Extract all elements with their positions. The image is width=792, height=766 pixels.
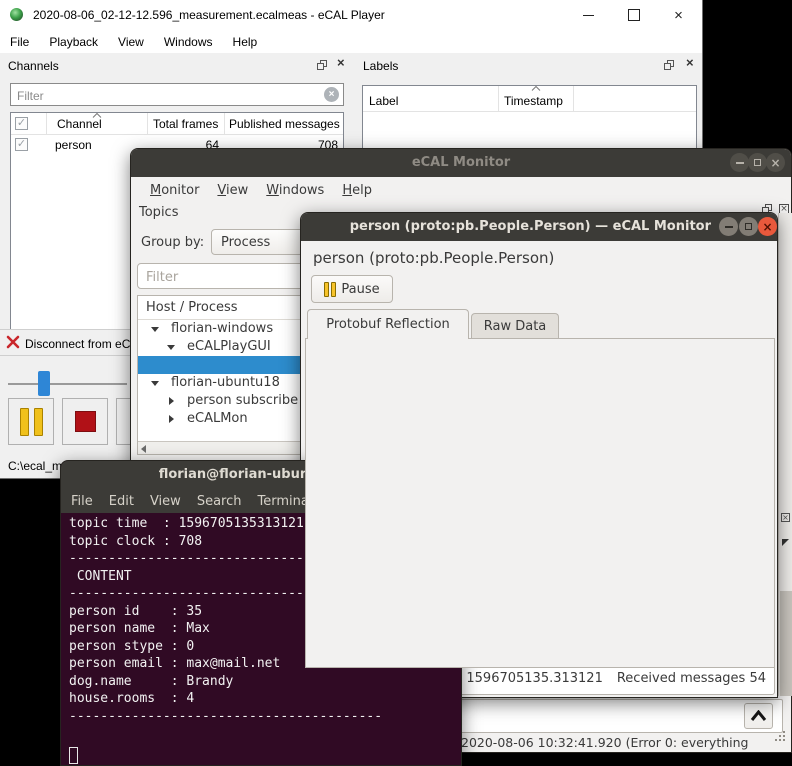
column-channel[interactable]: Channel (47, 113, 148, 134)
pause-icon (19, 407, 29, 436)
slider-handle[interactable] (38, 371, 50, 396)
close-icon: × (770, 155, 781, 170)
menu-view[interactable]: View (142, 494, 189, 509)
menu-view[interactable]: View (108, 30, 154, 53)
position-slider[interactable] (8, 383, 127, 385)
column-published-messages[interactable]: Published messages (225, 113, 343, 134)
maximize-icon (627, 9, 640, 21)
menu-playback[interactable]: Playback (39, 30, 108, 53)
column-total-frames[interactable]: Total frames (148, 113, 225, 134)
labels-panel-title: Labels (363, 59, 399, 73)
status-timestamp: 1596705135.313121 (466, 670, 603, 686)
expand-log-button[interactable] (744, 703, 773, 729)
labels-table-header: Label Timestamp (363, 86, 696, 112)
log-message: 2020-08-06 10:32:41.920 (Error 0: everyt… (461, 735, 749, 750)
menu-edit[interactable]: Edit (101, 494, 142, 509)
expanded-arrow-icon[interactable] (151, 327, 159, 332)
channels-panel-title: Channels (8, 59, 59, 73)
monitor-right-edge: × (778, 213, 792, 696)
monitor-titlebar[interactable]: eCAL Monitor × (131, 149, 791, 177)
maximize-button[interactable] (748, 153, 767, 172)
close-button[interactable]: × (758, 217, 777, 236)
channels-table-header: ✓ Channel Total frames Published message… (11, 113, 343, 135)
channels-filter (10, 83, 344, 106)
close-panel-icon[interactable]: × (337, 56, 345, 69)
row-checkbox[interactable]: ✓ (15, 138, 28, 151)
column-label[interactable]: Label (363, 86, 499, 111)
resize-grip[interactable] (775, 739, 777, 741)
tab-content-frame (305, 338, 775, 668)
person-window-title: person (proto:pb.People.Person) — eCAL M… (349, 219, 711, 234)
header-checkbox[interactable]: ✓ (15, 117, 28, 130)
monitor-menubar: Monitor View Windows Help (131, 177, 791, 203)
group-by-label: Group by: (141, 235, 205, 250)
menu-help[interactable]: Help (223, 30, 268, 53)
status-received-messages: Received messages 54 (616, 670, 766, 686)
small-close-icon[interactable]: × (781, 513, 790, 522)
column-timestamp[interactable]: Timestamp (499, 86, 574, 111)
close-icon: × (674, 6, 683, 24)
person-topic-window: person (proto:pb.People.Person) — eCAL M… (300, 212, 778, 698)
close-panel-icon[interactable]: × (686, 56, 694, 69)
corner-triangle-icon (782, 539, 789, 546)
stop-icon (74, 411, 96, 432)
minimize-icon (724, 225, 733, 228)
menu-search[interactable]: Search (189, 494, 250, 509)
app-icon (10, 8, 23, 21)
stop-button[interactable] (62, 398, 108, 445)
minimize-button[interactable] (566, 0, 611, 30)
clear-filter-icon[interactable]: × (324, 87, 339, 102)
minimize-icon (735, 161, 744, 164)
menu-help[interactable]: Help (333, 180, 381, 201)
chevron-up-icon (750, 710, 767, 721)
pause-button[interactable]: Pause (311, 275, 393, 303)
close-button[interactable]: × (766, 153, 785, 172)
minimize-button[interactable] (719, 217, 738, 236)
float-panel-icon[interactable] (317, 60, 328, 70)
channels-filter-input[interactable] (15, 86, 319, 105)
minimize-icon (583, 14, 594, 16)
tab-raw-data[interactable]: Raw Data (471, 313, 559, 339)
float-panel-icon[interactable] (664, 60, 675, 70)
scrollbar-track[interactable] (780, 591, 792, 696)
maximize-button[interactable] (739, 217, 758, 236)
pause-icon (324, 281, 337, 297)
expanded-arrow-icon[interactable] (167, 345, 175, 350)
pause-icon (33, 407, 43, 436)
terminal-cursor (69, 747, 78, 764)
menu-file[interactable]: File (0, 30, 39, 53)
desktop: 2020-08-06_02-12-12.596_measurement.ecal… (0, 0, 792, 766)
collapsed-arrow-icon[interactable] (169, 415, 174, 423)
player-menubar: File Playback View Windows Help (0, 30, 702, 53)
topic-heading: person (proto:pb.People.Person) (313, 249, 555, 267)
topics-section-label: Topics (139, 205, 179, 220)
pause-playback-button[interactable] (8, 398, 54, 445)
sort-asc-icon (92, 113, 102, 118)
disconnect-icon (6, 335, 20, 349)
measurement-path: C:\ecal_m (8, 459, 63, 473)
player-window-title: 2020-08-06_02-12-12.596_measurement.ecal… (33, 8, 385, 22)
collapsed-arrow-icon[interactable] (169, 397, 174, 405)
expanded-arrow-icon[interactable] (151, 381, 159, 386)
maximize-icon (745, 223, 752, 230)
minimize-button[interactable] (730, 153, 749, 172)
scroll-left-icon[interactable] (141, 445, 146, 453)
sort-asc-icon (531, 86, 541, 91)
menu-file[interactable]: File (63, 494, 101, 509)
menu-view[interactable]: View (208, 180, 257, 201)
maximize-button[interactable] (611, 0, 656, 30)
monitor-window-title: eCAL Monitor (411, 155, 511, 170)
tab-protobuf-reflection[interactable]: Protobuf Reflection (307, 309, 469, 339)
disconnect-button[interactable]: Disconnect from eCA (25, 337, 138, 351)
menu-monitor[interactable]: Monitor (141, 180, 208, 201)
player-titlebar[interactable]: 2020-08-06_02-12-12.596_measurement.ecal… (0, 0, 702, 30)
close-icon: × (762, 219, 773, 234)
menu-windows[interactable]: Windows (154, 30, 223, 53)
close-button[interactable]: × (656, 0, 701, 30)
person-titlebar[interactable]: person (proto:pb.People.Person) — eCAL M… (301, 213, 777, 241)
menu-windows[interactable]: Windows (257, 180, 333, 201)
maximize-icon (754, 159, 761, 166)
